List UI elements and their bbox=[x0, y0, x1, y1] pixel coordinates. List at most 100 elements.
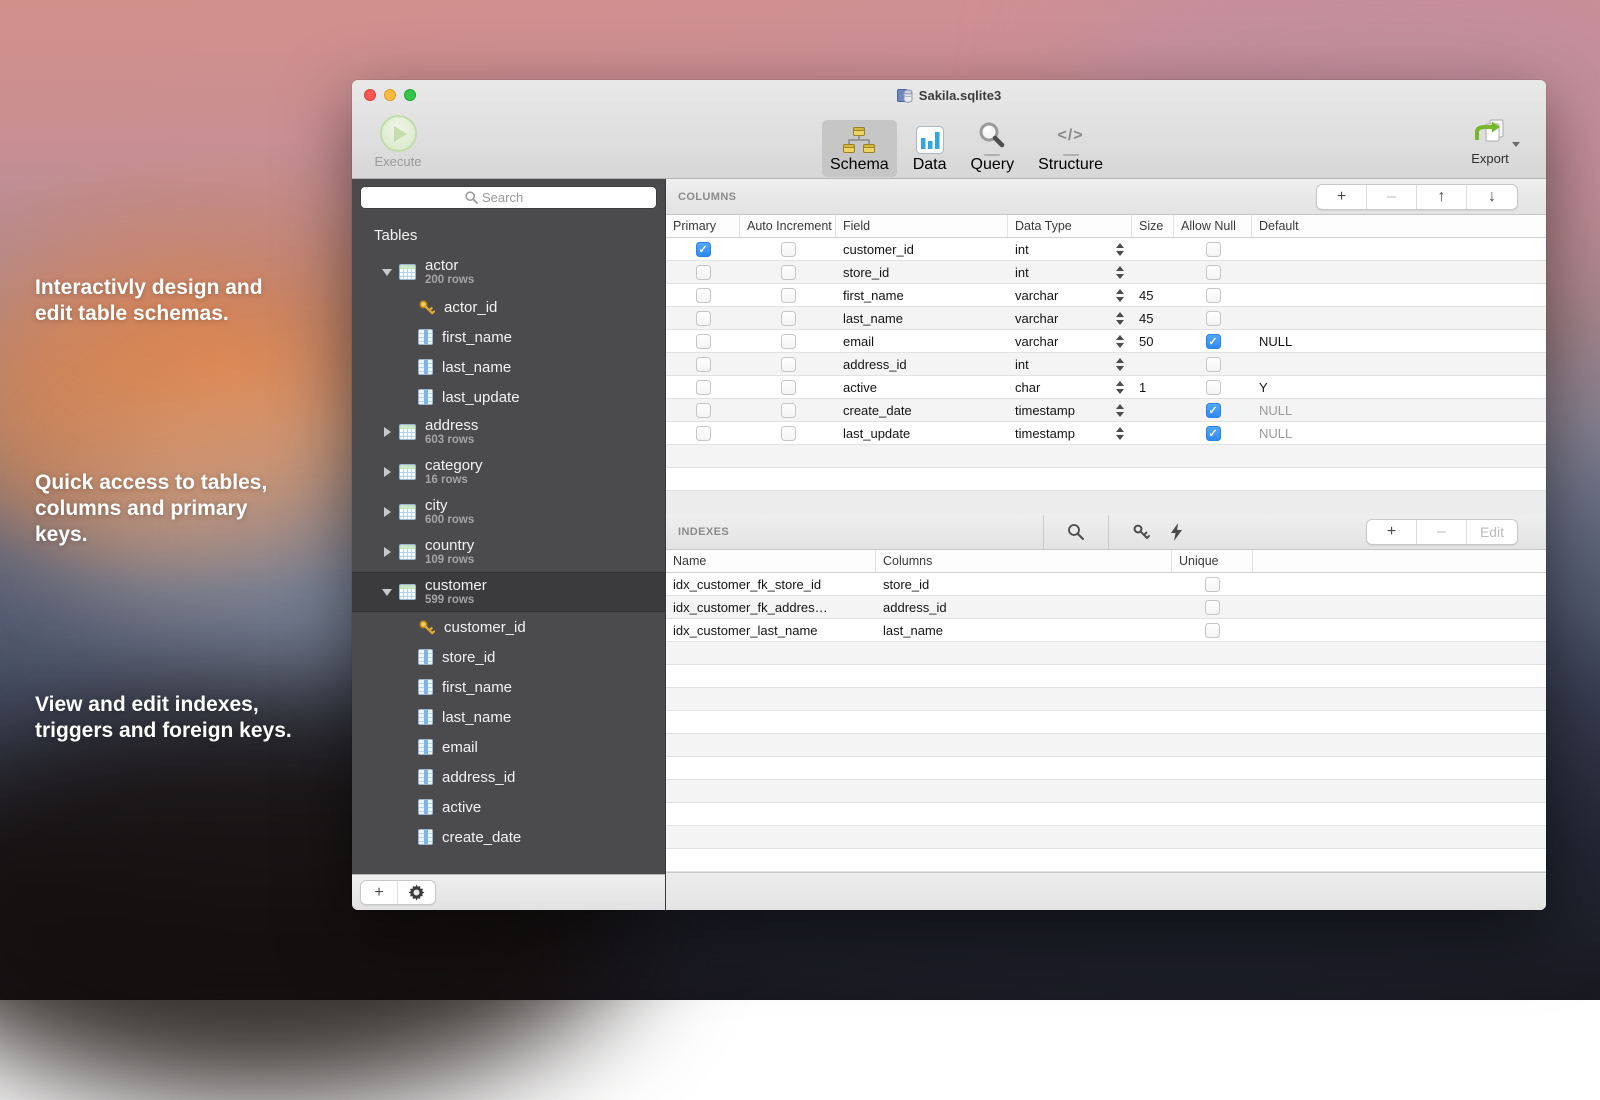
allow-null-checkbox[interactable] bbox=[1206, 242, 1221, 257]
sidebar-column-customer_id[interactable]: customer_id bbox=[352, 612, 665, 642]
index-search-icon[interactable] bbox=[1065, 521, 1087, 543]
default-cell[interactable] bbox=[1252, 307, 1546, 329]
allow-null-checkbox[interactable] bbox=[1206, 288, 1221, 303]
primary-checkbox[interactable] bbox=[696, 288, 711, 303]
default-cell[interactable] bbox=[1252, 353, 1546, 375]
field-cell[interactable]: email bbox=[836, 330, 1008, 352]
field-cell[interactable]: address_id bbox=[836, 353, 1008, 375]
data-type-cell[interactable]: int bbox=[1008, 261, 1132, 283]
edit-index-button[interactable]: Edit bbox=[1467, 520, 1517, 544]
data-type-stepper[interactable] bbox=[1116, 427, 1124, 440]
data-type-cell[interactable]: varchar bbox=[1008, 330, 1132, 352]
default-cell[interactable]: NULL bbox=[1252, 399, 1546, 421]
data-type-cell[interactable]: varchar bbox=[1008, 284, 1132, 306]
size-cell[interactable]: 50 bbox=[1132, 330, 1174, 352]
data-type-stepper[interactable] bbox=[1116, 243, 1124, 256]
primary-checkbox[interactable] bbox=[696, 265, 711, 280]
auto-increment-checkbox[interactable] bbox=[781, 311, 796, 326]
data-type-stepper[interactable] bbox=[1116, 312, 1124, 325]
table-actions-gear-button[interactable] bbox=[398, 881, 435, 904]
primary-checkbox[interactable] bbox=[696, 311, 711, 326]
sidebar-table-address[interactable]: address603 rows bbox=[352, 412, 665, 452]
move-column-down-button[interactable]: ↓ bbox=[1467, 185, 1517, 209]
sidebar-table-category[interactable]: category16 rows bbox=[352, 452, 665, 492]
field-cell[interactable]: customer_id bbox=[836, 238, 1008, 260]
unique-checkbox[interactable] bbox=[1205, 623, 1220, 638]
data-type-stepper[interactable] bbox=[1116, 266, 1124, 279]
index-name-cell[interactable]: idx_customer_fk_store_id bbox=[666, 573, 876, 595]
allow-null-checkbox[interactable] bbox=[1206, 426, 1221, 441]
sidebar-column-last_update[interactable]: last_update bbox=[352, 382, 665, 412]
remove-column-button[interactable]: – bbox=[1367, 185, 1417, 209]
primary-checkbox[interactable] bbox=[696, 426, 711, 441]
allow-null-checkbox[interactable] bbox=[1206, 311, 1221, 326]
sidebar-column-address_id[interactable]: address_id bbox=[352, 762, 665, 792]
unique-checkbox[interactable] bbox=[1205, 577, 1220, 592]
toolbar-tab-query[interactable]: Query bbox=[963, 116, 1023, 177]
export-button[interactable]: Export bbox=[1458, 115, 1522, 166]
allow-null-checkbox[interactable] bbox=[1206, 334, 1221, 349]
field-cell[interactable]: last_update bbox=[836, 422, 1008, 444]
primary-checkbox[interactable] bbox=[696, 380, 711, 395]
auto-increment-checkbox[interactable] bbox=[781, 265, 796, 280]
field-cell[interactable]: first_name bbox=[836, 284, 1008, 306]
move-column-up-button[interactable]: ↑ bbox=[1417, 185, 1467, 209]
size-cell[interactable]: 45 bbox=[1132, 284, 1174, 306]
column-row-first_name[interactable]: first_namevarchar45 bbox=[666, 284, 1546, 307]
toolbar-tab-structure[interactable]: </>Structure bbox=[1030, 116, 1111, 177]
index-name-cell[interactable]: idx_customer_fk_addres… bbox=[666, 596, 876, 618]
default-cell[interactable] bbox=[1252, 284, 1546, 306]
default-cell[interactable]: Y bbox=[1252, 376, 1546, 398]
index-columns-cell[interactable]: address_id bbox=[876, 596, 1172, 618]
field-cell[interactable]: store_id bbox=[836, 261, 1008, 283]
index-row-3[interactable]: idx_customer_last_namelast_name bbox=[666, 619, 1546, 642]
disclosure-triangle[interactable] bbox=[382, 467, 392, 477]
sidebar-table-actor[interactable]: actor200 rows bbox=[352, 252, 665, 292]
sidebar-column-last_name[interactable]: last_name bbox=[352, 352, 665, 382]
index-row-2[interactable]: idx_customer_fk_addres…address_id bbox=[666, 596, 1546, 619]
data-type-cell[interactable]: timestamp bbox=[1008, 422, 1132, 444]
allow-null-checkbox[interactable] bbox=[1206, 265, 1221, 280]
sidebar-table-customer[interactable]: customer599 rows bbox=[352, 572, 665, 612]
disclosure-triangle[interactable] bbox=[382, 427, 392, 437]
auto-increment-checkbox[interactable] bbox=[781, 403, 796, 418]
column-row-last_update[interactable]: last_updatetimestampNULL bbox=[666, 422, 1546, 445]
sidebar-column-last_name[interactable]: last_name bbox=[352, 702, 665, 732]
disclosure-triangle[interactable] bbox=[382, 267, 392, 277]
data-type-cell[interactable]: varchar bbox=[1008, 307, 1132, 329]
primary-checkbox[interactable] bbox=[696, 334, 711, 349]
size-cell[interactable]: 45 bbox=[1132, 307, 1174, 329]
toolbar-tab-schema[interactable]: Schema bbox=[822, 120, 897, 177]
size-cell[interactable] bbox=[1132, 399, 1174, 421]
sidebar-column-store_id[interactable]: store_id bbox=[352, 642, 665, 672]
data-type-stepper[interactable] bbox=[1116, 358, 1124, 371]
auto-increment-checkbox[interactable] bbox=[781, 288, 796, 303]
sidebar-column-email[interactable]: email bbox=[352, 732, 665, 762]
index-columns-cell[interactable]: last_name bbox=[876, 619, 1172, 641]
data-type-cell[interactable]: int bbox=[1008, 353, 1132, 375]
index-row-1[interactable]: idx_customer_fk_store_idstore_id bbox=[666, 573, 1546, 596]
allow-null-checkbox[interactable] bbox=[1206, 357, 1221, 372]
primary-checkbox[interactable] bbox=[696, 403, 711, 418]
unique-checkbox[interactable] bbox=[1205, 600, 1220, 615]
disclosure-triangle[interactable] bbox=[382, 507, 392, 517]
sidebar-column-actor_id[interactable]: actor_id bbox=[352, 292, 665, 322]
execute-button[interactable]: Execute bbox=[368, 115, 428, 169]
auto-increment-checkbox[interactable] bbox=[781, 242, 796, 257]
sidebar-table-city[interactable]: city600 rows bbox=[352, 492, 665, 532]
allow-null-checkbox[interactable] bbox=[1206, 403, 1221, 418]
column-row-address_id[interactable]: address_idint bbox=[666, 353, 1546, 376]
titlebar[interactable]: Sakila.sqlite3 bbox=[352, 80, 1546, 110]
auto-increment-checkbox[interactable] bbox=[781, 357, 796, 372]
search-input[interactable] bbox=[482, 190, 552, 205]
primary-checkbox[interactable] bbox=[696, 242, 711, 257]
index-columns-cell[interactable]: store_id bbox=[876, 573, 1172, 595]
auto-increment-checkbox[interactable] bbox=[781, 380, 796, 395]
column-row-customer_id[interactable]: customer_idint bbox=[666, 238, 1546, 261]
primary-checkbox[interactable] bbox=[696, 357, 711, 372]
toolbar-tab-data[interactable]: Data bbox=[905, 120, 955, 177]
add-index-button[interactable]: + bbox=[1367, 520, 1417, 544]
sidebar-column-first_name[interactable]: first_name bbox=[352, 322, 665, 352]
column-row-last_name[interactable]: last_namevarchar45 bbox=[666, 307, 1546, 330]
trigger-lightning-icon[interactable] bbox=[1166, 521, 1188, 543]
